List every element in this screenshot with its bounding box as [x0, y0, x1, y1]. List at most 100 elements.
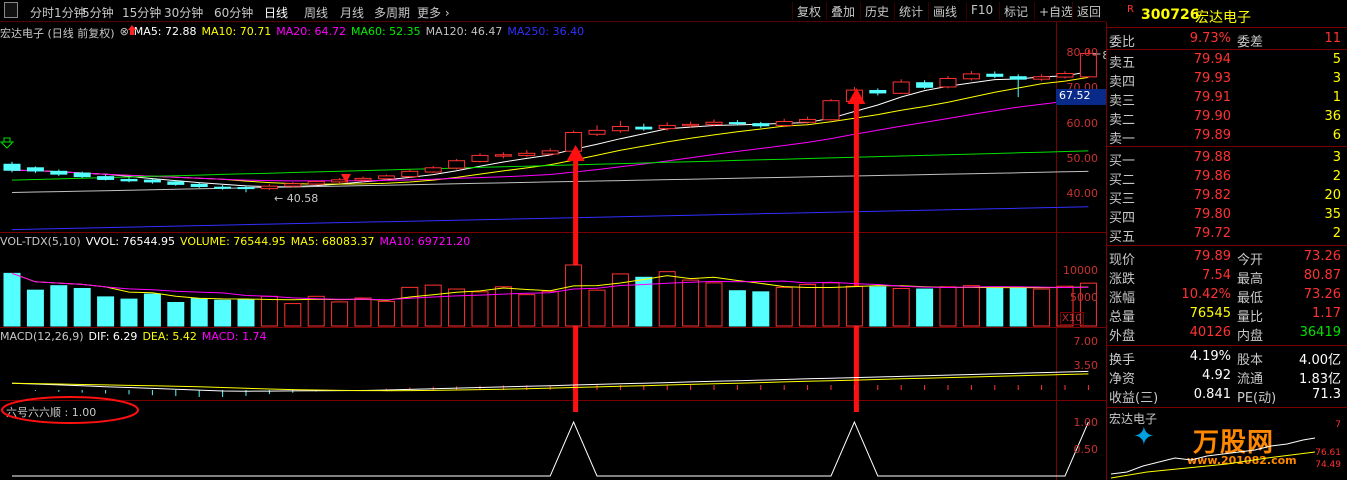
candle[interactable] [26, 167, 44, 172]
candle[interactable] [424, 167, 442, 173]
candle[interactable] [611, 125, 629, 132]
dea-line [11, 373, 1089, 392]
level-volume: 1 [1332, 90, 1341, 105]
candle[interactable] [565, 131, 583, 152]
kline-chart[interactable]: 80.87 ← 40.58 [0, 0, 1106, 480]
candle[interactable] [728, 122, 746, 125]
volume-bar [237, 299, 255, 327]
candle[interactable] [705, 121, 723, 125]
candle[interactable] [1009, 76, 1027, 80]
stat-value: 7.54 [1202, 268, 1231, 283]
candle[interactable] [916, 82, 934, 88]
candle[interactable] [494, 154, 512, 157]
buy-row: 买五 79.72 2 [1107, 224, 1347, 245]
mini-chart[interactable]: 宏达电子 万股网 www.201082.com ✦ 7 76.61 74.49 [1107, 408, 1347, 480]
candle[interactable] [682, 123, 700, 127]
divider [1107, 345, 1347, 346]
candle[interactable] [307, 181, 325, 185]
level-price: 79.80 [1193, 207, 1231, 222]
candle[interactable] [284, 183, 302, 187]
candle[interactable] [97, 176, 115, 180]
candle[interactable] [799, 118, 817, 123]
candle[interactable] [588, 129, 606, 135]
divider [1107, 245, 1347, 246]
weicha-label: 委差 [1237, 35, 1264, 50]
candle[interactable] [143, 179, 161, 183]
candle[interactable] [869, 89, 887, 94]
candle[interactable] [471, 154, 489, 162]
buy-row: 买一 79.88 3 [1107, 148, 1347, 169]
arrow-up-icon [128, 25, 136, 35]
fund-value: 4.19% [1189, 349, 1231, 364]
candle[interactable] [775, 121, 793, 126]
candle[interactable] [401, 170, 419, 178]
candle[interactable] [892, 81, 910, 94]
stat-label: 内盘 [1237, 329, 1264, 344]
candle[interactable] [962, 73, 980, 80]
candle[interactable] [752, 123, 770, 127]
candle[interactable] [50, 170, 68, 175]
volume-bar [471, 291, 489, 327]
candle[interactable] [190, 183, 208, 187]
volume-bar [658, 271, 676, 327]
divider [1107, 146, 1347, 147]
candle[interactable] [986, 73, 1004, 77]
candle[interactable] [167, 181, 185, 185]
fund-value: 4.92 [1202, 368, 1231, 383]
candle[interactable] [354, 177, 372, 181]
candle[interactable] [658, 124, 676, 130]
macd-tick: 7.00 [1073, 335, 1099, 348]
candle[interactable] [120, 178, 138, 182]
candle[interactable] [214, 186, 232, 189]
volume-bar [588, 289, 606, 327]
price-tick: 50.00 [1066, 151, 1099, 165]
candle[interactable] [939, 77, 957, 88]
stat-row: 外盘 40126 内盘 36419 [1107, 323, 1347, 344]
volume-bar [331, 301, 349, 327]
r-badge: R [1127, 4, 1134, 15]
stat-value: 80.87 [1303, 268, 1341, 283]
ma250-line [11, 206, 1089, 231]
volume-bar [448, 288, 466, 327]
volume-bar [541, 290, 559, 327]
stat-row: 总量 76545 量比 1.17 [1107, 304, 1347, 325]
level-volume: 3 [1332, 71, 1341, 86]
candle[interactable] [822, 100, 840, 121]
candle[interactable] [1033, 76, 1051, 80]
price-tick: 80.00 [1066, 46, 1099, 60]
candle[interactable] [448, 160, 466, 169]
stat-row: 现价 79.89 今开 73.26 [1107, 247, 1347, 268]
candle[interactable] [635, 126, 653, 130]
highlight-oval [1, 396, 139, 424]
volume-bar [284, 303, 302, 327]
volume-bar [143, 293, 161, 327]
candle[interactable] [1056, 73, 1074, 78]
candle[interactable] [3, 163, 21, 171]
candle[interactable] [518, 152, 536, 156]
stat-value: 40126 [1189, 325, 1231, 340]
level-label: 买五 [1109, 230, 1136, 245]
volume-bar [799, 284, 817, 327]
stat-row: 涨幅 10.42% 最低 73.26 [1107, 285, 1347, 306]
candle[interactable] [260, 185, 278, 190]
buy-signal-icon [0, 137, 15, 149]
mini-chart-lines [1110, 437, 1316, 479]
vol-tick: 5000 [1070, 291, 1098, 304]
sell-row: 卖四 79.93 3 [1107, 69, 1347, 90]
volume-bar [3, 272, 21, 327]
level-price: 79.93 [1193, 71, 1231, 86]
volume-bar [822, 282, 840, 327]
mini-avg-line [1110, 451, 1316, 479]
candle[interactable] [73, 172, 91, 178]
volume-bar [424, 284, 442, 327]
level-volume: 2 [1332, 169, 1341, 184]
volume-bar [565, 264, 583, 327]
level-volume: 6 [1332, 128, 1341, 143]
fund-label: PE(动) [1237, 391, 1277, 406]
candle[interactable] [377, 175, 395, 180]
candle[interactable] [237, 187, 255, 190]
stat-row: 涨跌 7.54 最高 80.87 [1107, 266, 1347, 287]
volume-bar [26, 289, 44, 327]
candle[interactable] [541, 150, 559, 155]
level-volume: 20 [1324, 188, 1341, 203]
